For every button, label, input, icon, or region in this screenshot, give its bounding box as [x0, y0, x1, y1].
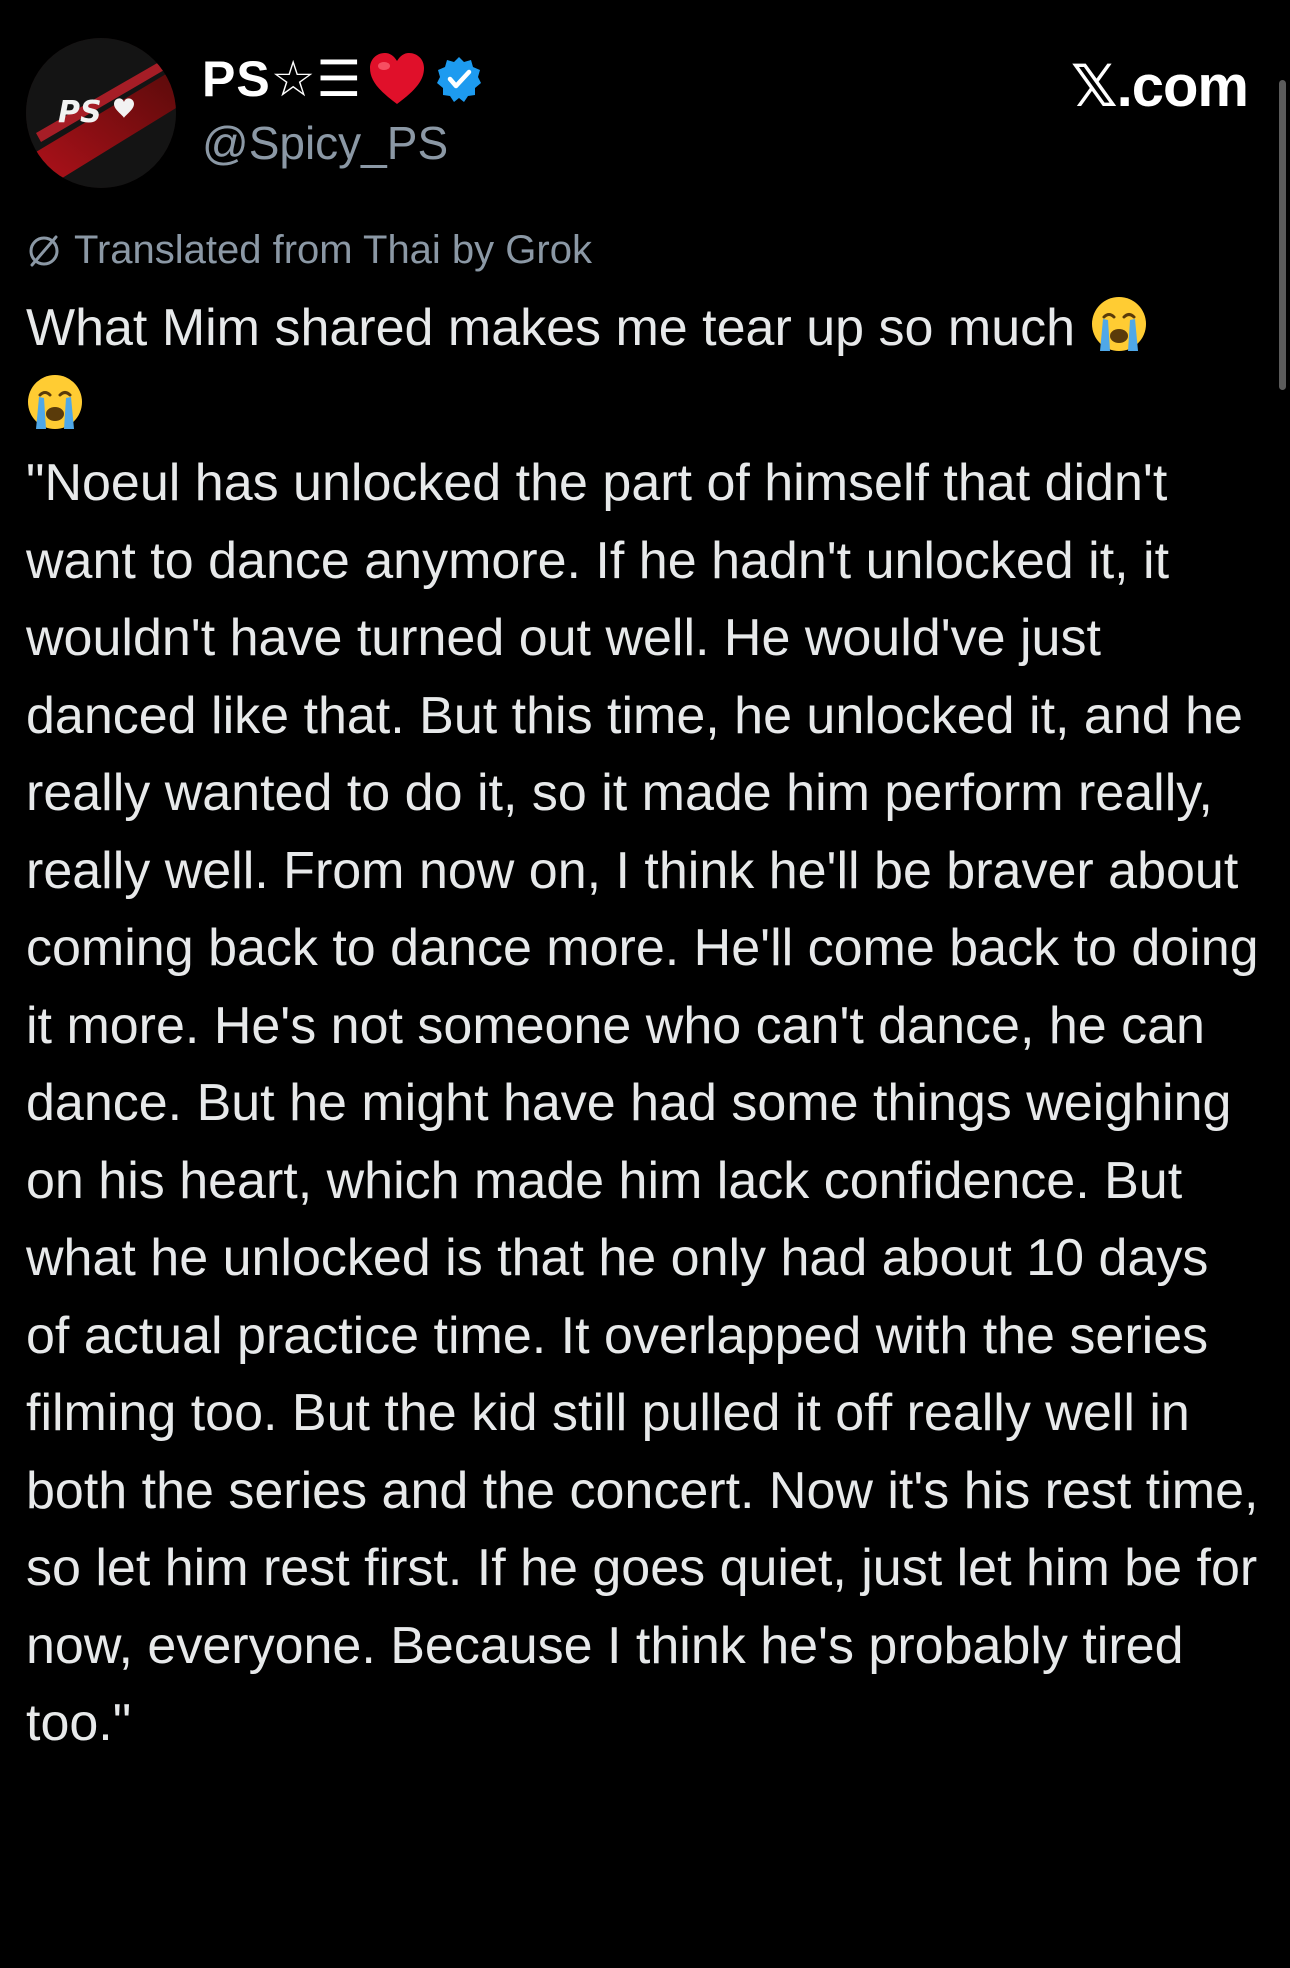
crying-face-icon [26, 373, 84, 431]
verified-badge-icon [436, 56, 482, 102]
user-handle[interactable]: @Spicy_PS [202, 116, 482, 170]
user-info: PS☆☰ @Spicy_PS [202, 46, 482, 170]
avatar[interactable]: PS [26, 38, 176, 188]
display-name[interactable]: PS☆☰ [202, 46, 482, 112]
svg-text:PS: PS [58, 95, 102, 130]
scrollbar[interactable] [1279, 80, 1286, 390]
red-heart-icon [368, 52, 426, 106]
translation-note: Translated from Thai by Grok [26, 228, 592, 273]
crying-face-icon [1090, 295, 1148, 353]
post-first-line: What Mim shared makes me tear up so much [26, 299, 1090, 357]
translation-note-text: Translated from Thai by Grok [74, 228, 592, 272]
site-label: 𝕏.com [1070, 54, 1249, 119]
display-name-text: PS☆☰ [202, 51, 363, 107]
emoji-line [26, 368, 1266, 446]
post-body: What Mim shared makes me tear up so much… [26, 290, 1266, 1763]
avatar-image: PS [26, 38, 176, 188]
post-header: PS PS☆☰ @Spicy_PS 𝕏.com [26, 38, 1266, 188]
post-quote-text: "Noeul has unlocked the part of himself … [26, 454, 1274, 1752]
translate-icon [26, 233, 62, 269]
